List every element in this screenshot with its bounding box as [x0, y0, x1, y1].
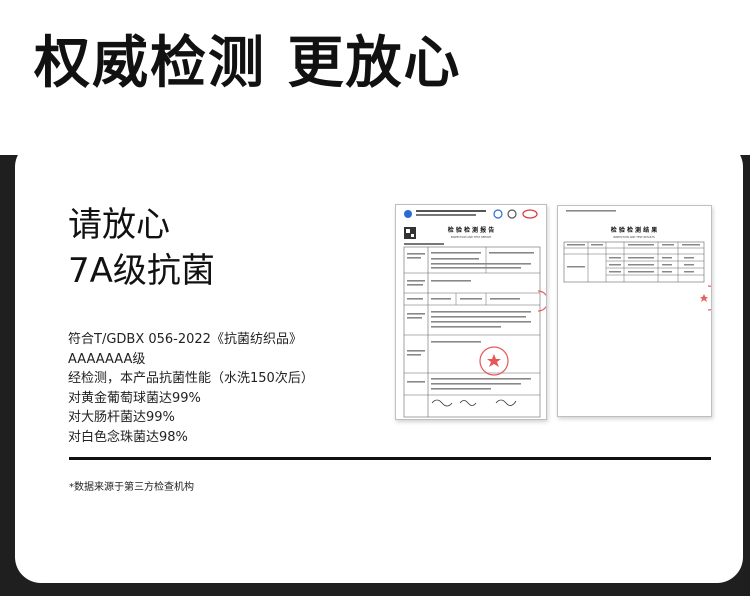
report-page-1-drawing: 检 验 检 测 报 告 INSPECTION AND TEST REPORT [403, 209, 546, 418]
description-line: 对白色念珠菌达98% [68, 429, 188, 445]
test-report-page-1: 检 验 检 测 报 告 INSPECTION AND TEST REPORT [395, 204, 547, 420]
report-page-2-drawing: 检 验 检 测 结 果 INSPECTION AND TEST RESULTS [563, 210, 711, 311]
divider [69, 457, 711, 460]
card-title-line1: 请放心 [68, 205, 170, 245]
report-1-subtitle: INSPECTION AND TEST REPORT [451, 235, 492, 239]
description-block: 符合T/GDBX 056-2022《抗菌纺织品》 AAAAAAA级 经检测，本产… [68, 330, 368, 447]
report-2-title: 检 验 检 测 结 果 [611, 226, 657, 234]
page-headline: 权威检测 更放心 [34, 31, 462, 96]
description-line: 经检测，本产品抗菌性能（水洗150次后） [68, 371, 314, 386]
report-1-title: 检 验 检 测 报 告 [448, 226, 494, 234]
footnote: *数据来源于第三方检查机构 [69, 482, 194, 493]
description-line: AAAAAAA级 [68, 351, 146, 367]
report-2-subtitle: INSPECTION AND TEST RESULTS [613, 235, 655, 239]
card-title-line2: 7A级抗菌 [68, 251, 215, 291]
test-report-page-2: 检 验 检 测 结 果 INSPECTION AND TEST RESULTS [557, 205, 712, 417]
description-line: 符合T/GDBX 056-2022《抗菌纺织品》 [68, 332, 302, 347]
description-line: 对黄金葡萄球菌达99% [68, 390, 201, 406]
description-line: 对大肠杆菌达99% [68, 410, 175, 425]
